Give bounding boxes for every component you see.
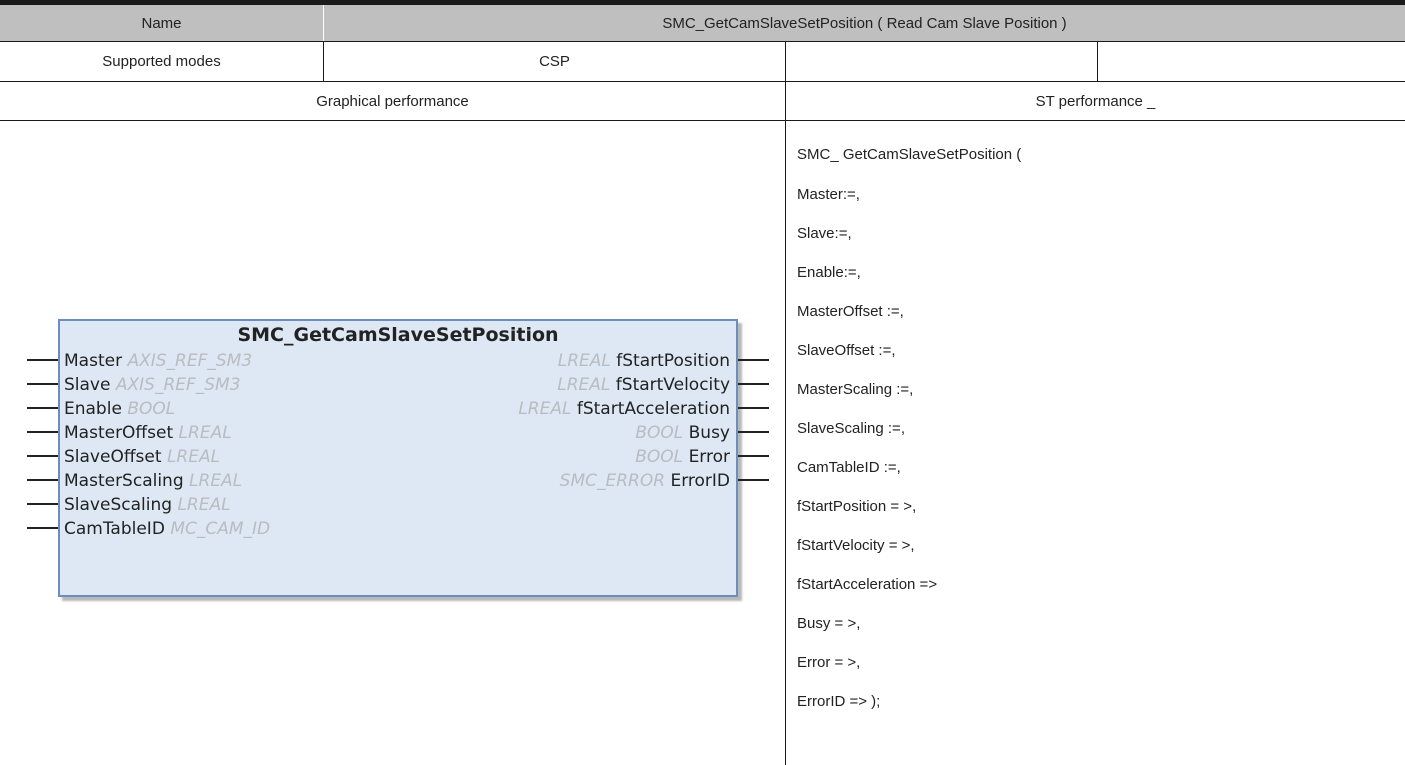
st-header-cell: ST performance _ xyxy=(786,82,1405,120)
output-pin-f-start-velocity: LREAL fStartVelocity xyxy=(557,373,730,397)
pin-type: BOOL xyxy=(127,399,176,419)
st-code-line: ErrorID => ); xyxy=(797,693,881,710)
input-connector xyxy=(27,479,58,481)
st-code-line: SMC_ GetCamSlaveSetPosition ( xyxy=(797,146,1022,163)
input-connector xyxy=(27,359,58,361)
pin-type: LREAL xyxy=(557,351,611,371)
output-pin-error-id: SMC_ERROR ErrorID xyxy=(560,469,730,493)
input-pin-slave: Slave AXIS_REF_SM3 xyxy=(64,373,241,397)
output-connector xyxy=(738,431,769,433)
name-label-cell: Name xyxy=(0,5,323,41)
name-value: SMC_GetCamSlaveSetPosition ( Read Cam Sl… xyxy=(662,14,1067,32)
pin-name: Enable xyxy=(64,399,122,419)
pin-name: ErrorID xyxy=(670,471,730,491)
input-pin-master-offset: MasterOffset LREAL xyxy=(64,421,232,445)
pin-name: fStartPosition xyxy=(616,351,730,371)
modes-label: Supported modes xyxy=(102,53,221,70)
st-code-line: fStartVelocity = >, xyxy=(797,537,915,554)
main-column-divider xyxy=(785,81,786,765)
output-connector xyxy=(738,455,769,457)
modes-extra-cell-2 xyxy=(1098,42,1405,81)
pin-name: Busy xyxy=(688,423,730,443)
input-connector xyxy=(27,503,58,505)
pin-name: Slave xyxy=(64,375,111,395)
function-block-diagram: SMC_GetCamSlaveSetPosition Master AXIS_R… xyxy=(58,319,738,597)
modes-divider-2 xyxy=(785,41,786,81)
input-pin-cam-table-id: CamTableID MC_CAM_ID xyxy=(64,517,270,541)
input-pin-enable: Enable BOOL xyxy=(64,397,175,421)
pin-type: BOOL xyxy=(635,423,684,443)
name-value-cell: SMC_GetCamSlaveSetPosition ( Read Cam Sl… xyxy=(324,5,1405,41)
input-connector xyxy=(27,431,58,433)
st-code-line: Error = >, xyxy=(797,654,861,671)
modes-value: CSP xyxy=(539,53,570,70)
modes-extra-cell-1 xyxy=(786,42,1097,81)
st-code-line: Enable:=, xyxy=(797,264,861,281)
pin-type: BOOL xyxy=(635,447,684,467)
pin-type: MC_CAM_ID xyxy=(170,519,271,539)
pin-name: SlaveOffset xyxy=(64,447,162,467)
pin-type: LREAL xyxy=(178,423,232,443)
st-code-line: fStartAcceleration => xyxy=(797,576,938,593)
input-pin-slave-scaling: SlaveScaling LREAL xyxy=(64,493,231,517)
graphical-header: Graphical performance xyxy=(316,92,469,110)
input-connector xyxy=(27,383,58,385)
input-connector xyxy=(27,527,58,529)
pin-type: LREAL xyxy=(189,471,243,491)
input-connector xyxy=(27,455,58,457)
pin-name: MasterOffset xyxy=(64,423,174,443)
pin-name: fStartVelocity xyxy=(615,375,730,395)
function-block-title: SMC_GetCamSlaveSetPosition xyxy=(237,324,559,346)
output-pin-f-start-position: LREAL fStartPosition xyxy=(558,349,730,373)
st-code-line: Busy = >, xyxy=(797,615,861,632)
st-code-line: Slave:=, xyxy=(797,225,852,242)
output-connector xyxy=(738,359,769,361)
pin-type: LREAL xyxy=(177,495,231,515)
graphical-header-cell: Graphical performance xyxy=(0,82,785,120)
modes-value-cell: CSP xyxy=(324,42,785,81)
pin-type: LREAL xyxy=(518,399,572,419)
row-divider xyxy=(0,120,1405,121)
modes-divider-1 xyxy=(323,41,324,81)
output-connector xyxy=(738,479,769,481)
st-code-line: CamTableID :=, xyxy=(797,459,901,476)
output-pin-error: BOOL Error xyxy=(635,445,730,469)
st-code-line: MasterScaling :=, xyxy=(797,381,914,398)
output-connector xyxy=(738,407,769,409)
pin-type: AXIS_REF_SM3 xyxy=(115,375,241,395)
pin-type: LREAL xyxy=(557,375,611,395)
output-connector xyxy=(738,383,769,385)
input-connector xyxy=(27,407,58,409)
pin-name: fStartAcceleration xyxy=(576,399,730,419)
modes-label-cell: Supported modes xyxy=(0,42,323,81)
input-pin-master-scaling: MasterScaling LREAL xyxy=(64,469,242,493)
spec-table: Name SMC_GetCamSlaveSetPosition ( Read C… xyxy=(0,0,1405,765)
st-header: ST performance _ xyxy=(1035,92,1156,110)
pin-type: SMC_ERROR xyxy=(559,471,666,491)
header-divider xyxy=(323,5,324,41)
modes-divider-3 xyxy=(1097,41,1098,81)
pin-type: LREAL xyxy=(166,447,221,467)
st-code-line: MasterOffset :=, xyxy=(797,303,904,320)
st-code-line: fStartPosition = >, xyxy=(797,498,917,515)
st-code-line: Master:=, xyxy=(797,186,860,203)
pin-name: CamTableID xyxy=(64,519,165,539)
output-pin-f-start-acceleration: LREAL fStartAcceleration xyxy=(518,397,730,421)
pin-name: Master xyxy=(64,351,123,371)
name-label: Name xyxy=(141,14,182,32)
output-pin-busy: BOOL Busy xyxy=(635,421,730,445)
st-code-line: SlaveScaling :=, xyxy=(797,420,905,437)
input-pin-slave-offset: SlaveOffset LREAL xyxy=(64,445,220,469)
pin-name: MasterScaling xyxy=(64,471,184,491)
st-code-line: SlaveOffset :=, xyxy=(797,342,896,359)
pin-name: SlaveScaling xyxy=(64,495,173,515)
pin-name: Error xyxy=(688,447,730,467)
input-pin-master: Master AXIS_REF_SM3 xyxy=(64,349,252,373)
pin-type: AXIS_REF_SM3 xyxy=(127,351,253,371)
